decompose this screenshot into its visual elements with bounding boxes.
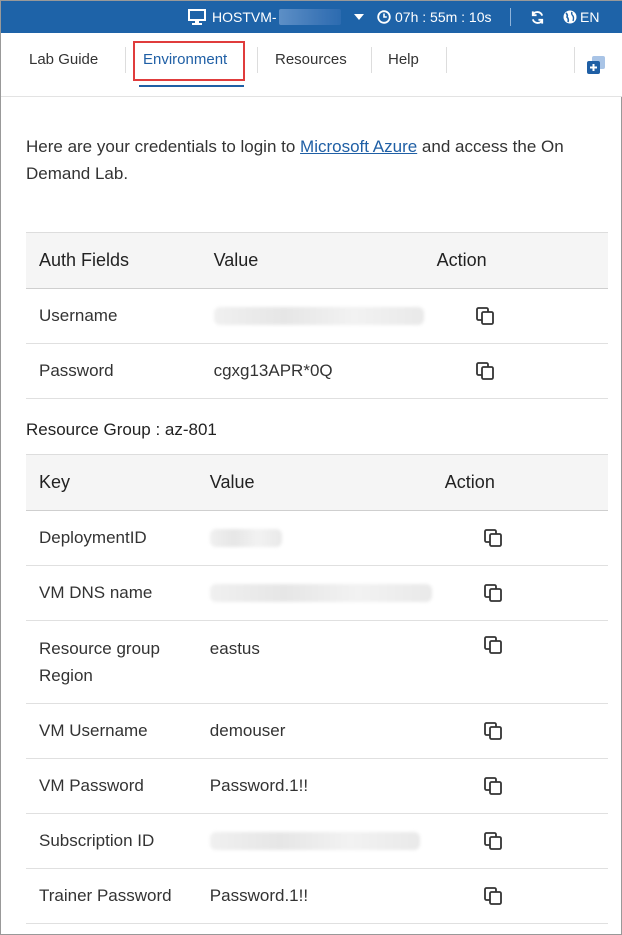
column-header: Value (196, 454, 432, 511)
table-header-row: Auth Fields Value Action (26, 232, 608, 289)
highlight-box (133, 41, 245, 81)
refresh-button[interactable] (530, 1, 545, 33)
tab-divider (371, 47, 372, 73)
key-name: VM DNS name (39, 583, 153, 602)
language-label: EN (580, 9, 600, 25)
field-name: Password (39, 361, 114, 380)
timer-text: 07h : 55m : 10s (395, 9, 492, 25)
column-header: Auth Fields (26, 232, 201, 289)
table-row: VM DNS name (26, 565, 608, 621)
copy-icon[interactable] (483, 528, 503, 548)
clock-icon (377, 10, 391, 24)
tab-resources[interactable]: Resources (275, 51, 347, 68)
tab-bar: Lab Guide Environment Resources Help (1, 33, 622, 97)
monitor-icon (188, 9, 206, 25)
column-header: Value (200, 232, 424, 289)
tab-lab-guide[interactable]: Lab Guide (29, 51, 98, 68)
field-value: demouser (209, 721, 286, 740)
field-name: Username (39, 306, 118, 325)
intro-text-part: Here are your credentials to login to (26, 137, 301, 156)
tab-divider (257, 47, 258, 73)
field-value: Password.1!! (209, 776, 309, 795)
globe-icon (563, 10, 577, 24)
copy-icon[interactable] (483, 886, 503, 906)
microsoft-azure-link[interactable]: Microsoft Azure (300, 137, 417, 156)
copy-icon[interactable] (483, 776, 503, 796)
copy-icon[interactable] (483, 831, 503, 851)
column-header: Action (423, 232, 608, 289)
table-row: Username (26, 288, 608, 344)
field-value: eastus (209, 639, 260, 658)
key-name: Resource group Region (39, 639, 160, 685)
field-value: Password.1!! (209, 886, 309, 905)
chevron-down-icon[interactable] (353, 13, 365, 21)
column-header: Action (431, 454, 608, 511)
redacted-value (213, 307, 424, 325)
host-selector[interactable]: HOSTVM- (188, 1, 365, 33)
copy-icon[interactable] (483, 583, 503, 603)
intro-text: Here are your credentials to login to Mi… (26, 133, 606, 187)
timer: 07h : 55m : 10s (377, 1, 492, 33)
key-name: VM Password (39, 776, 144, 795)
copy-icon[interactable] (475, 306, 495, 326)
table-row: Password cgxg13APR*0Q (26, 343, 608, 399)
resource-group-label: Resource Group : az-801 (26, 420, 217, 439)
table-row: Trainer Password Password.1!! (26, 868, 608, 924)
redacted-value (209, 584, 432, 602)
tab-divider (446, 47, 447, 73)
host-name-redacted (278, 9, 341, 25)
column-header: Key (26, 454, 197, 511)
language-selector[interactable]: EN (563, 1, 599, 33)
copy-icon[interactable] (483, 635, 503, 655)
tab-divider (574, 47, 575, 73)
table-row: DeploymentID (26, 510, 608, 566)
field-value: cgxg13APR*0Q (213, 361, 333, 380)
top-bar: HOSTVM- 07h : 55m : 10s EN (1, 1, 622, 33)
key-name: DeploymentID (39, 528, 147, 547)
split-window-icon[interactable] (586, 55, 606, 75)
table-row: Resource group Region eastus (26, 620, 608, 704)
redacted-value (209, 832, 420, 850)
active-tab-indicator (139, 85, 244, 87)
refresh-icon (531, 10, 544, 24)
key-name: VM Username (39, 721, 148, 740)
tab-help[interactable]: Help (388, 51, 419, 68)
key-name: Trainer Password (39, 886, 172, 905)
key-name: Subscription ID (39, 831, 155, 850)
host-label: HOSTVM- (212, 9, 277, 25)
copy-icon[interactable] (475, 361, 495, 381)
table-header-row: Key Value Action (26, 454, 608, 511)
copy-icon[interactable] (483, 721, 503, 741)
tab-divider (125, 47, 126, 73)
table-row: Subscription ID (26, 813, 608, 869)
table-row: VM Username demouser (26, 703, 608, 759)
resource-group-table: Key Value Action DeploymentID VM DNS nam… (26, 454, 608, 924)
auth-table: Auth Fields Value Action Username Passwo… (26, 232, 608, 399)
divider (510, 8, 511, 26)
table-row: VM Password Password.1!! (26, 758, 608, 814)
redacted-value (209, 529, 282, 547)
